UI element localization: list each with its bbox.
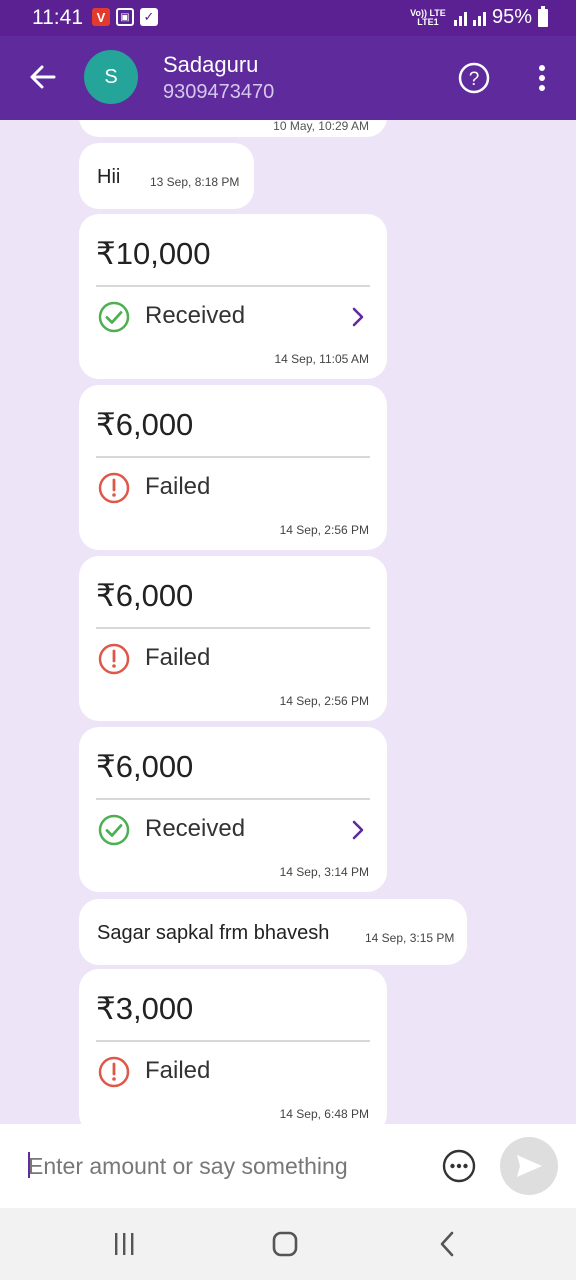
message-text: Hii: [97, 166, 121, 188]
message-partial[interactable]: 10 May, 10:29 AM: [79, 120, 387, 137]
text-message[interactable]: Hii 13 Sep, 8:18 PM: [79, 143, 254, 209]
chat-area[interactable]: 10 May, 10:29 AM Hii 13 Sep, 8:18 PM ₹10…: [0, 120, 576, 1124]
more-options-circle-icon[interactable]: [441, 1148, 477, 1184]
divider: [96, 1040, 370, 1042]
system-nav-bar: [0, 1208, 576, 1280]
message-time: 14 Sep, 3:15 PM: [365, 931, 455, 945]
alert-circle-icon: [98, 472, 130, 504]
payment-status: Received: [145, 815, 246, 842]
network-type: Vo)) LTE LTE1: [410, 7, 446, 27]
battery-icon: [538, 5, 548, 27]
recents-icon[interactable]: [110, 1230, 138, 1258]
app-notification-icon: ▣: [116, 8, 134, 26]
divider: [96, 798, 370, 800]
message-input-bar: [0, 1124, 576, 1208]
payment-card[interactable]: ₹10,000 Received 14 Sep, 11:05 AM: [79, 214, 387, 379]
payment-amount: ₹3,000: [96, 991, 194, 1026]
payment-card[interactable]: ₹3,000 Failed 14 Sep, 6:48 PM: [79, 969, 387, 1124]
help-icon[interactable]: ?: [458, 62, 490, 94]
payment-status: Failed: [145, 644, 211, 671]
divider: [96, 627, 370, 629]
check-circle-icon: [98, 814, 130, 846]
message-time: 14 Sep, 3:14 PM: [279, 865, 369, 879]
signal-icon: [453, 10, 467, 26]
message-time: 14 Sep, 2:56 PM: [279, 694, 369, 708]
payment-card[interactable]: ₹6,000 Received 14 Sep, 3:14 PM: [79, 727, 387, 892]
chevron-right-icon[interactable]: [350, 306, 366, 328]
message-time: 13 Sep, 8:18 PM: [150, 175, 240, 189]
payment-status: Received: [145, 302, 246, 329]
status-right: Vo)) LTE LTE1 95%: [408, 5, 548, 29]
payment-card[interactable]: ₹6,000 Failed 14 Sep, 2:56 PM: [79, 556, 387, 721]
divider: [96, 456, 370, 458]
more-options-icon[interactable]: [532, 63, 552, 93]
text-message[interactable]: Sagar sapkal frm bhavesh 14 Sep, 3:15 PM: [79, 899, 467, 965]
send-icon: [517, 1155, 542, 1177]
signal-icon-2: [472, 10, 486, 26]
nav-back-icon[interactable]: [436, 1230, 458, 1258]
contact-name[interactable]: Sadaguru: [163, 52, 258, 78]
home-icon[interactable]: [270, 1229, 300, 1259]
payment-card[interactable]: ₹6,000 Failed 14 Sep, 2:56 PM: [79, 385, 387, 550]
battery-level: 95%: [491, 6, 532, 28]
message-time: 14 Sep, 11:05 AM: [274, 352, 369, 366]
payment-amount: ₹6,000: [96, 578, 194, 613]
message-text: Sagar sapkal frm bhavesh: [97, 922, 330, 944]
payment-amount: ₹10,000: [96, 236, 211, 271]
chevron-right-icon[interactable]: [350, 819, 366, 841]
avatar[interactable]: S: [84, 50, 138, 104]
message-time: 14 Sep, 2:56 PM: [279, 523, 369, 537]
message-time: 14 Sep, 6:48 PM: [279, 1107, 369, 1121]
svg-text:?: ?: [469, 69, 480, 90]
chat-header: S Sadaguru 9309473470 ?: [0, 36, 576, 120]
alert-circle-icon: [98, 1056, 130, 1088]
back-arrow-icon[interactable]: [26, 60, 60, 94]
check-circle-icon: [98, 301, 130, 333]
checkbox-notification-icon: ✓: [140, 8, 158, 26]
message-input[interactable]: [28, 1146, 408, 1186]
divider: [96, 285, 370, 287]
contact-phone: 9309473470: [163, 81, 275, 103]
payment-status: Failed: [145, 473, 211, 500]
alert-circle-icon: [98, 643, 130, 675]
status-bar: 11:41 V ▣ ✓ Vo)) LTE LTE1 95%: [0, 0, 576, 36]
payment-status: Failed: [145, 1057, 211, 1084]
send-button[interactable]: [500, 1137, 558, 1195]
vivaldi-notification-icon: V: [92, 8, 110, 26]
payment-amount: ₹6,000: [96, 749, 194, 784]
message-time: 10 May, 10:29 AM: [273, 120, 369, 133]
status-time: 11:41: [32, 6, 83, 29]
notification-icons: V ▣ ✓: [92, 8, 158, 26]
payment-amount: ₹6,000: [96, 407, 194, 442]
